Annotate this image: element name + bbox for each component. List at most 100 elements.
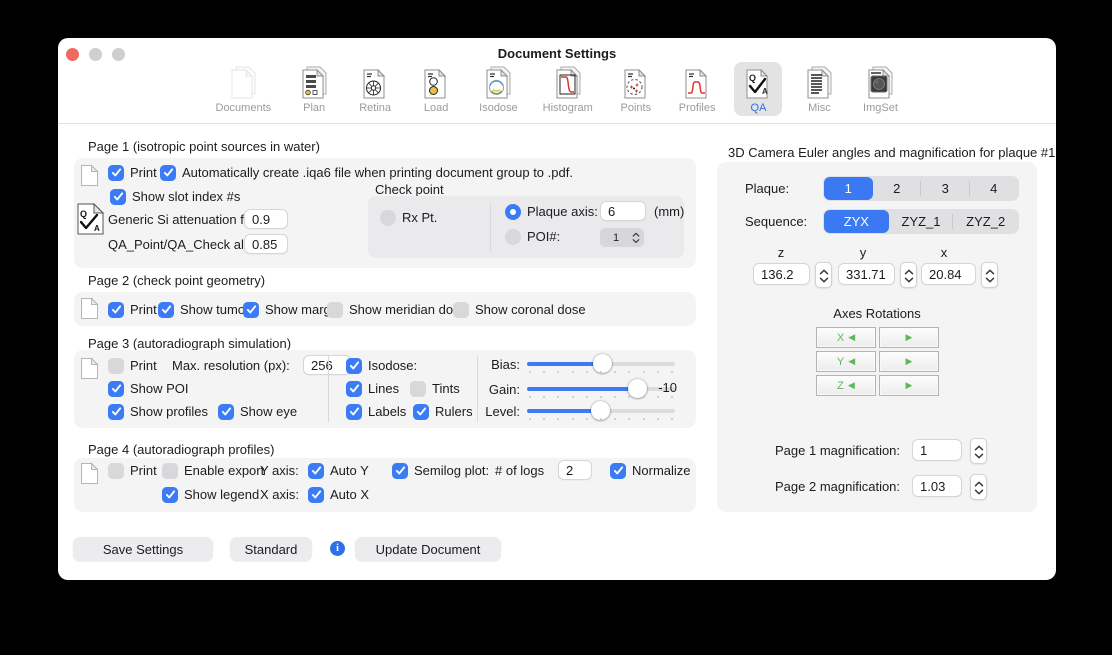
max-resolution-field[interactable] [303,355,351,375]
gain-slider[interactable]: -10 [527,379,677,398]
page-icon [81,357,99,379]
update-document-button[interactable]: Update Document [355,537,501,561]
radio-plaque-axis[interactable]: Plaque axis: [505,203,598,220]
toolbar-item-documents[interactable]: Documents [210,62,278,116]
page1-magnification-field[interactable] [912,439,962,461]
checkbox-show-meridian-dose[interactable]: Show meridian dose [327,301,467,318]
toolbar-item-retina[interactable]: Retina [351,62,399,116]
euler-x-stepper[interactable] [981,262,998,288]
plaque-segment-3[interactable]: 3 [921,177,970,200]
checkbox-print-page3[interactable]: Print [108,357,157,374]
checkbox-lines[interactable]: Lines [346,380,399,397]
points-icon [624,69,646,99]
toolbar-item-plan[interactable]: Plan [290,62,338,116]
checkbox-normalize[interactable]: Normalize [610,462,691,479]
checkbox-label: Isodose: [368,358,418,373]
checkbox-show-legend[interactable]: Show legend [162,486,259,503]
checkbox-show-poi[interactable]: Show POI [108,380,189,397]
checkbox-show-coronal-dose[interactable]: Show coronal dose [453,301,586,318]
page2-header: Page 2 (check point geometry) [88,273,266,288]
euler-y-stepper[interactable] [900,262,917,288]
checkbox-show-tumor[interactable]: Show tumor [158,301,249,318]
checkbox-show-eye[interactable]: Show eye [218,403,297,420]
rotate-x-positive-button[interactable]: ▶ [879,327,939,348]
checkbox-auto-y[interactable]: Auto Y [308,462,369,479]
standard-button[interactable]: Standard [230,537,312,561]
axes-rotations-title: Axes Rotations [833,306,921,321]
checkbox-print-page1[interactable]: Print [108,164,157,181]
checkbox-icon [108,403,124,420]
toolbar-item-isodose[interactable]: Isodose [473,62,524,116]
toolbar-item-points[interactable]: Points [612,62,660,116]
save-settings-button[interactable]: Save Settings [73,537,213,561]
qa-icon: Q A [746,69,768,99]
checkbox-enable-export[interactable]: Enable export [162,462,264,479]
checkbox-show-profiles[interactable]: Show profiles [108,403,208,420]
toolbar-item-profiles[interactable]: Profiles [673,62,722,116]
checkbox-icon [346,380,362,397]
plaque-segment-1[interactable]: 1 [824,177,873,200]
toolbar-item-misc[interactable]: Misc [795,62,843,116]
checkbox-label: Show tumor [180,302,250,317]
checkbox-semilog-plot[interactable]: Semilog plot: [392,462,489,479]
level-slider[interactable] [527,401,675,420]
rotate-z-positive-button[interactable]: ▶ [879,375,939,396]
sequence-segment-zyz1[interactable]: ZYZ_1 [889,210,954,233]
column-divider [328,356,329,422]
stepper-chevrons-icon [974,445,983,458]
checkbox-rulers[interactable]: Rulers [413,403,473,420]
rotate-y-positive-button[interactable]: ▶ [879,351,939,372]
rotate-z-negative-button[interactable]: Z ◀ [816,375,876,396]
stepper-chevrons-icon [904,269,913,282]
sequence-segment-zyz2[interactable]: ZYZ_2 [953,210,1018,233]
sequence-segment-zyx[interactable]: ZYX [824,210,889,233]
checkbox-auto-x[interactable]: Auto X [308,486,369,503]
euler-x-field[interactable] [921,263,976,285]
checkbox-label: Lines [368,381,400,396]
x-axis-label: X axis: [260,487,300,502]
radio-rx-pt[interactable]: Rx Pt. [380,209,437,226]
checkbox-label: Automatically create .iqa6 file when pri… [182,165,573,180]
checkbox-print-page4[interactable]: Print [108,462,157,479]
page2-magnification-field[interactable] [912,475,962,497]
rotate-x-negative-button[interactable]: X ◀ [816,327,876,348]
toolbar-item-qa[interactable]: Q A QA [734,62,783,116]
info-icon[interactable]: i [330,541,345,556]
toolbar-item-load[interactable]: Load [412,62,460,116]
checkbox-icon [162,462,178,479]
num-logs-field[interactable] [558,460,592,480]
checkbox-tints[interactable]: Tints [410,380,460,397]
checkbox-show-slot-index[interactable]: Show slot index #s [110,188,240,205]
bias-slider[interactable] [527,354,675,373]
plaque-axis-field[interactable] [600,201,646,221]
checkbox-labels[interactable]: Labels [346,403,406,420]
page2-magnification-stepper[interactable] [970,474,987,500]
qa-alert-field[interactable] [244,234,288,254]
radio-label: Rx Pt. [402,210,438,225]
stepper-chevrons-icon [632,232,640,244]
checkbox-print-page2[interactable]: Print [108,301,157,318]
euler-y-field[interactable] [838,263,895,285]
toolbar-item-histogram[interactable]: Histogram [537,62,599,116]
rotate-y-negative-button[interactable]: Y ◀ [816,351,876,372]
svg-text:Q: Q [749,73,756,83]
poi-number-popup[interactable]: 1 [600,228,644,247]
checkbox-icon [160,164,176,181]
toolbar-item-imgset[interactable]: ImgSet [856,62,904,116]
plaque-segment-2[interactable]: 2 [873,177,922,200]
radio-poi[interactable]: POI#: [505,228,560,245]
page3-header: Page 3 (autoradiograph simulation) [88,336,292,351]
page1-magnification-stepper[interactable] [970,438,987,464]
slider-fill [527,387,637,391]
checkbox-isodose[interactable]: Isodose: [346,357,417,374]
stepper-chevrons-icon [819,269,828,282]
load-icon [424,69,446,99]
radio-label: Plaque axis: [527,204,598,219]
checkbox-label: Print [130,165,157,180]
svg-text:A: A [762,87,768,96]
plaque-segment-4[interactable]: 4 [970,177,1019,200]
euler-z-stepper[interactable] [815,262,832,288]
attenuation-field[interactable] [244,209,288,229]
euler-z-field[interactable] [753,263,810,285]
checkbox-auto-create-iqa6[interactable]: Automatically create .iqa6 file when pri… [160,164,573,181]
